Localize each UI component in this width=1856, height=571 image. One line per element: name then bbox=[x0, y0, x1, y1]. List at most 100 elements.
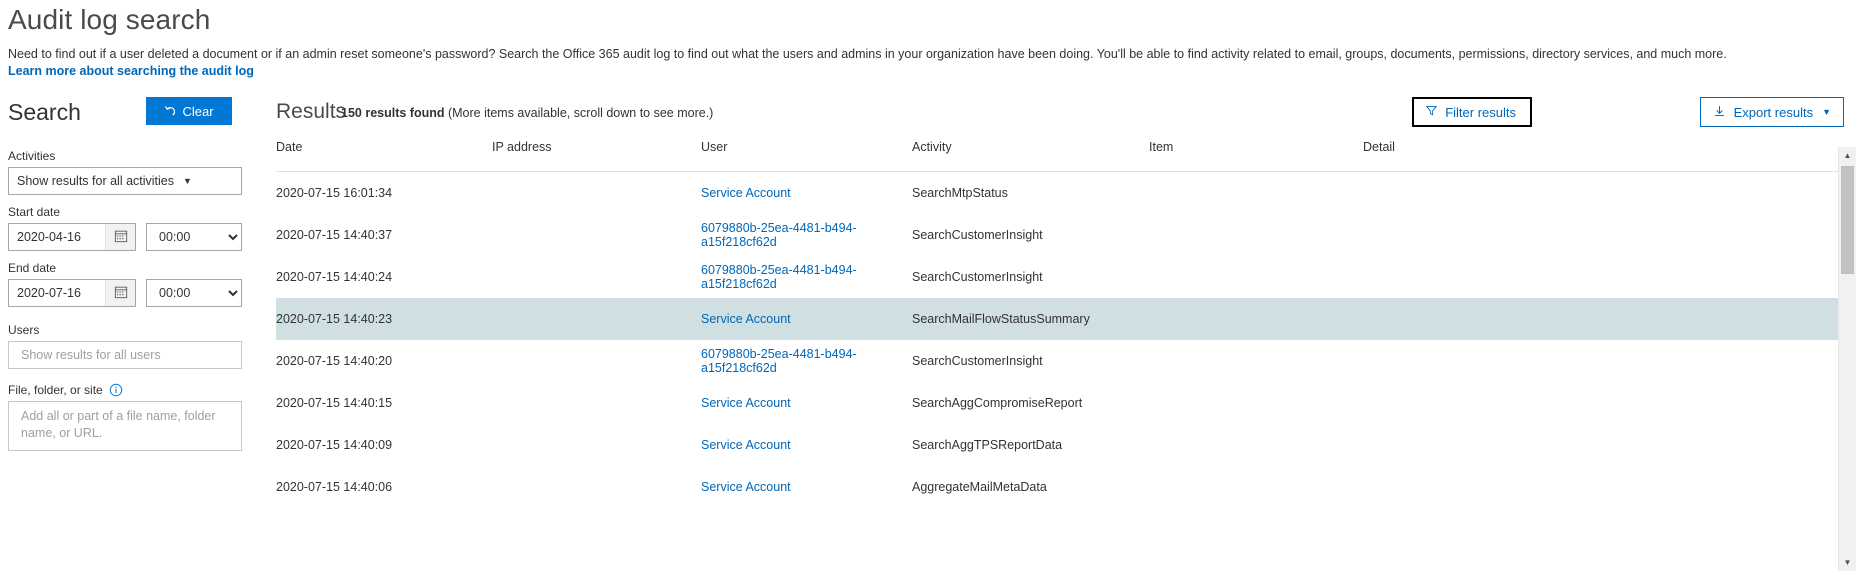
cell-activity: SearchMailFlowStatusSummary bbox=[912, 298, 1149, 340]
end-date-row: 00:00 bbox=[8, 279, 258, 307]
cell-ip-address bbox=[492, 256, 701, 298]
cell-item bbox=[1149, 172, 1363, 215]
cell-user: 6079880b-25ea-4481-b494-a15f218cf62d bbox=[701, 214, 912, 256]
start-date-input[interactable] bbox=[9, 224, 105, 250]
cell-date: 2020-07-15 14:40:09 bbox=[276, 424, 492, 466]
end-time-select[interactable]: 00:00 bbox=[146, 279, 242, 307]
start-date-calendar-button[interactable] bbox=[105, 224, 135, 250]
export-results-label: Export results bbox=[1734, 105, 1813, 120]
cell-ip-address bbox=[492, 214, 701, 256]
user-link[interactable]: Service Account bbox=[701, 438, 791, 452]
table-header-row: Date IP address User Activity Item Detai… bbox=[276, 140, 1852, 172]
cell-date: 2020-07-15 14:40:24 bbox=[276, 256, 492, 298]
cell-date: 2020-07-15 14:40:15 bbox=[276, 382, 492, 424]
cell-activity: SearchAggTPSReportData bbox=[912, 424, 1149, 466]
cell-date: 2020-07-15 14:40:06 bbox=[276, 466, 492, 508]
scrollbar-up-arrow-icon[interactable]: ▲ bbox=[1839, 147, 1856, 164]
user-link[interactable]: Service Account bbox=[701, 396, 791, 410]
activities-dropdown[interactable]: Show results for all activities ▼ bbox=[8, 167, 242, 195]
table-row[interactable]: 2020-07-15 14:40:09 Service Account Search… bbox=[276, 424, 1852, 466]
user-link[interactable]: 6079880b-25ea-4481-b494-a15f218cf62d bbox=[701, 347, 857, 375]
scrollbar-thumb[interactable] bbox=[1841, 166, 1854, 274]
file-folder-site-input[interactable] bbox=[8, 401, 242, 451]
cell-user: Service Account bbox=[701, 172, 912, 215]
table-row[interactable]: 2020-07-15 14:40:06 Service Account Aggreg… bbox=[276, 466, 1852, 508]
learn-more-link[interactable]: Learn more about searching the audit log bbox=[8, 63, 254, 80]
results-count: 150 results found (More items available,… bbox=[341, 104, 713, 122]
cell-item bbox=[1149, 340, 1363, 382]
cell-item bbox=[1149, 256, 1363, 298]
results-header: Results 150 results found (More items av… bbox=[265, 95, 1856, 140]
cell-user: Service Account bbox=[701, 466, 912, 508]
cell-date: 2020-07-15 16:01:34 bbox=[276, 172, 492, 215]
cell-user: Service Account bbox=[701, 424, 912, 466]
results-table-body: 2020-07-15 16:01:34 Service Account Search… bbox=[276, 172, 1852, 509]
info-icon[interactable] bbox=[109, 383, 123, 397]
user-link[interactable]: Service Account bbox=[701, 186, 791, 200]
table-row[interactable]: 2020-07-15 14:40:24 6079880b-25ea-4481-b4… bbox=[276, 256, 1852, 298]
cell-activity: AggregateMailMetaData bbox=[912, 466, 1149, 508]
cell-detail bbox=[1363, 382, 1852, 424]
table-row[interactable]: 2020-07-15 14:40:376079880b-25ea-4481-b4… bbox=[276, 214, 1852, 256]
cell-ip-address bbox=[492, 172, 701, 215]
users-label: Users bbox=[8, 322, 258, 338]
cell-activity: SearchMtpStatus bbox=[912, 172, 1149, 215]
cell-item bbox=[1149, 466, 1363, 508]
column-header-user[interactable]: User bbox=[701, 140, 912, 172]
cell-user: Service Account bbox=[701, 382, 912, 424]
users-input[interactable] bbox=[8, 341, 242, 369]
users-field: Users bbox=[0, 322, 258, 369]
user-link[interactable]: Service Account bbox=[701, 312, 791, 326]
start-date-field: Start date bbox=[0, 204, 258, 251]
calendar-icon bbox=[114, 229, 128, 246]
user-link[interactable]: 6079880b-25ea-4481-b494-a15f218cf62d bbox=[701, 221, 857, 249]
cell-ip-address bbox=[492, 340, 701, 382]
cell-item bbox=[1149, 298, 1363, 340]
clear-button[interactable]: Clear bbox=[146, 97, 232, 125]
column-header-date[interactable]: Date bbox=[276, 140, 492, 172]
cell-detail bbox=[1363, 424, 1852, 466]
cell-detail bbox=[1363, 340, 1852, 382]
end-date-field: End date bbox=[0, 260, 258, 307]
page-title: Audit log search bbox=[8, 2, 210, 38]
user-link[interactable]: 6079880b-25ea-4481-b494-a15f218cf62d bbox=[701, 263, 857, 291]
cell-detail bbox=[1363, 298, 1852, 340]
column-header-ip-address[interactable]: IP address bbox=[492, 140, 701, 172]
file-folder-site-label: File, folder, or site bbox=[8, 382, 103, 398]
end-date-input[interactable] bbox=[9, 280, 105, 306]
cell-activity: SearchAggCompromiseReport bbox=[912, 382, 1149, 424]
chevron-down-icon: ▼ bbox=[1822, 108, 1831, 117]
scrollbar-down-arrow-icon[interactable]: ▼ bbox=[1839, 554, 1856, 571]
end-date-input-wrap bbox=[8, 279, 136, 307]
cell-detail bbox=[1363, 214, 1852, 256]
cell-user: 6079880b-25ea-4481-b494-a15f218cf62d bbox=[701, 340, 912, 382]
user-link[interactable]: Service Account bbox=[701, 480, 791, 494]
column-header-detail[interactable]: Detail bbox=[1363, 140, 1852, 172]
results-scrollbar[interactable]: ▲ ▼ bbox=[1838, 147, 1856, 571]
export-results-button[interactable]: Export results ▼ bbox=[1700, 97, 1844, 127]
start-time-select[interactable]: 00:00 bbox=[146, 223, 242, 251]
results-table-head: Date IP address User Activity Item Detai… bbox=[276, 140, 1852, 172]
filter-results-label: Filter results bbox=[1445, 105, 1516, 120]
results-count-bold: 150 results found bbox=[341, 106, 445, 120]
cell-activity: SearchCustomerInsight bbox=[912, 214, 1149, 256]
column-header-item[interactable]: Item bbox=[1149, 140, 1363, 172]
cell-date: 2020-07-15 14:40:20 bbox=[276, 340, 492, 382]
table-row[interactable]: 2020-07-15 14:40:15 Service Account Search… bbox=[276, 382, 1852, 424]
cell-detail bbox=[1363, 466, 1852, 508]
results-panel: Results 150 results found (More items av… bbox=[265, 95, 1856, 571]
results-table: Date IP address User Activity Item Detai… bbox=[276, 140, 1852, 508]
cell-ip-address bbox=[492, 382, 701, 424]
table-row[interactable]: 2020-07-15 14:40:20 6079880b-25ea-4481-b4… bbox=[276, 340, 1852, 382]
start-date-input-wrap bbox=[8, 223, 136, 251]
cell-date: 2020-07-15 14:40:23 bbox=[276, 298, 492, 340]
start-date-label: Start date bbox=[8, 204, 258, 220]
table-row[interactable]: 2020-07-15 16:01:34 Service Account Search… bbox=[276, 172, 1852, 215]
column-header-activity[interactable]: Activity bbox=[912, 140, 1149, 172]
table-row[interactable]: 2020-07-15 14:40:23 Service Account Search… bbox=[276, 298, 1852, 340]
filter-results-button[interactable]: Filter results bbox=[1412, 97, 1532, 127]
cell-item bbox=[1149, 382, 1363, 424]
cell-detail bbox=[1363, 256, 1852, 298]
cell-detail bbox=[1363, 172, 1852, 215]
end-date-calendar-button[interactable] bbox=[105, 280, 135, 306]
